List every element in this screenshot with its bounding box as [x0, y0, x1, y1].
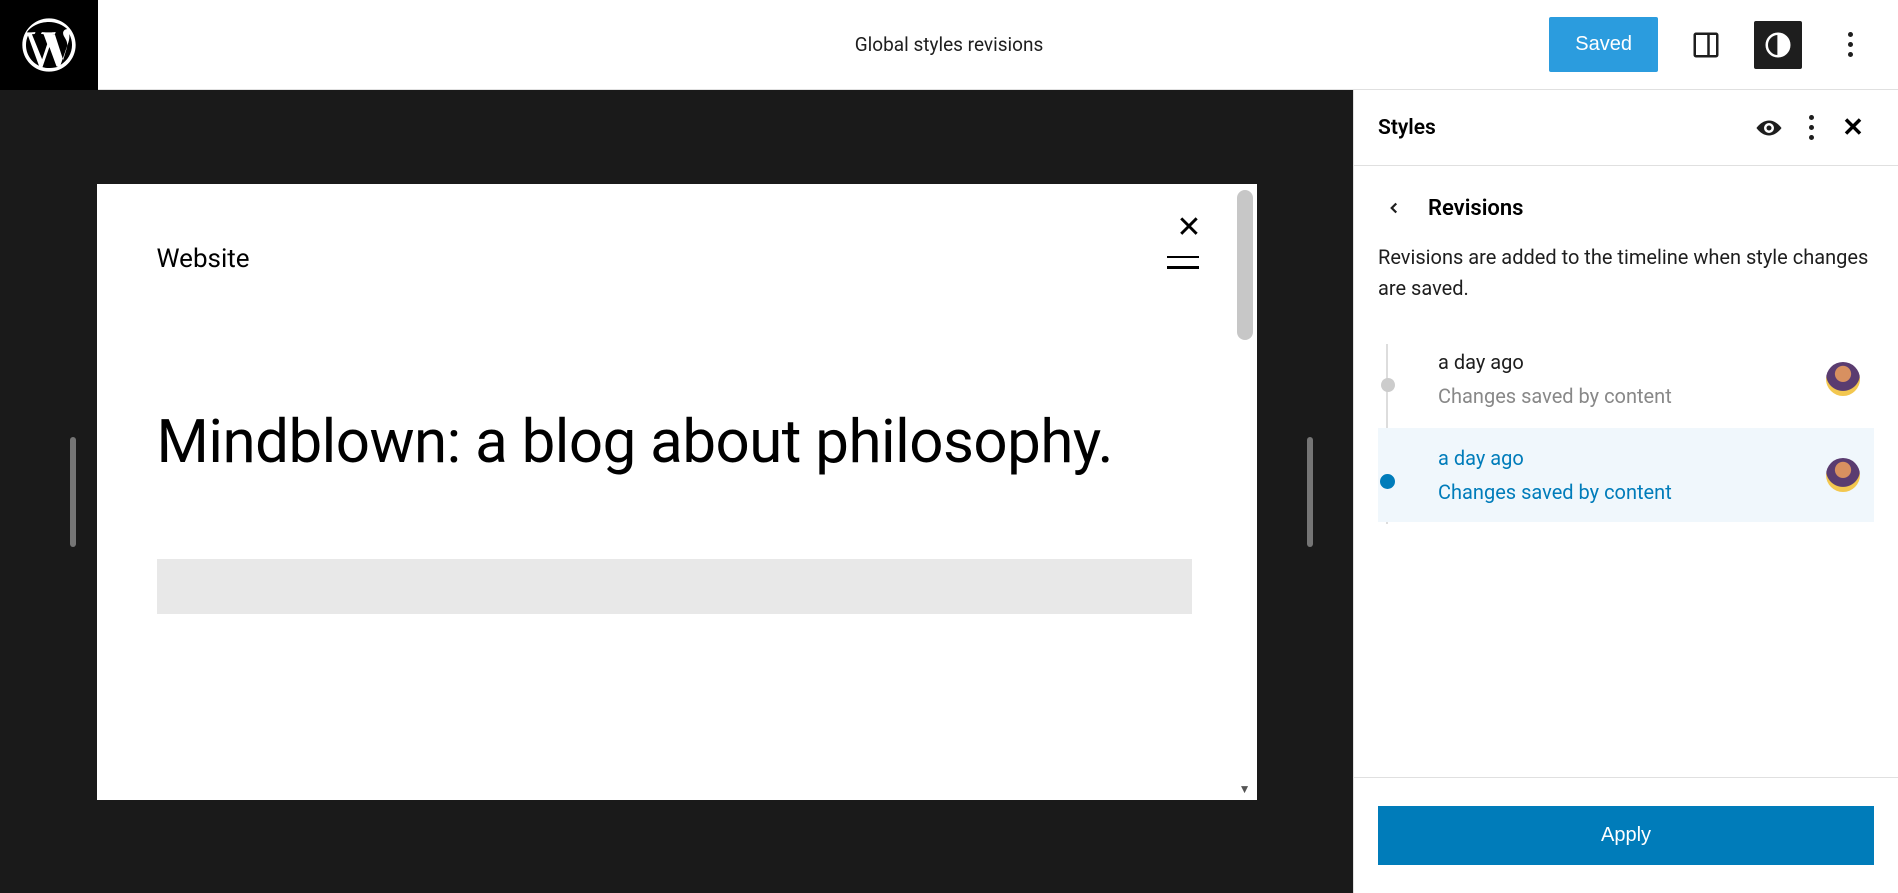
revisions-timeline: a day ago Changes saved by content a day… [1354, 332, 1898, 524]
page-title: Global styles revisions [855, 33, 1044, 56]
kebab-icon [1809, 115, 1814, 140]
sidebar-header: Styles ✕ [1354, 90, 1898, 166]
timeline-dot-icon [1380, 474, 1395, 489]
saved-button[interactable]: Saved [1549, 17, 1658, 72]
revision-changes: Changes saved by content [1438, 480, 1862, 504]
chevron-left-icon [1385, 199, 1403, 217]
wordpress-icon [17, 13, 81, 77]
revision-changes: Changes saved by content [1438, 384, 1862, 408]
preview-scrollbar[interactable] [1237, 190, 1253, 340]
resize-handle-left[interactable] [70, 437, 76, 547]
kebab-icon [1848, 32, 1853, 57]
styles-button[interactable] [1754, 21, 1802, 69]
sidebar: Styles ✕ Revisions Revisions are added [1353, 90, 1898, 893]
revision-time: a day ago [1438, 446, 1862, 470]
resize-handle-right[interactable] [1307, 437, 1313, 547]
sidebar-title: Styles [1378, 116, 1436, 140]
menu-icon[interactable] [1167, 256, 1199, 269]
panel-description: Revisions are added to the timeline when… [1354, 236, 1898, 332]
close-sidebar-button[interactable]: ✕ [1832, 107, 1874, 149]
avatar [1826, 362, 1860, 396]
revision-time: a day ago [1438, 350, 1862, 374]
back-button[interactable] [1378, 192, 1410, 224]
close-icon: ✕ [1842, 112, 1864, 143]
wp-logo[interactable] [0, 0, 98, 90]
revision-item[interactable]: a day ago Changes saved by content [1378, 332, 1874, 426]
main: ✕ Website Mindblown: a blog about philos… [0, 90, 1898, 893]
revision-item[interactable]: a day ago Changes saved by content [1378, 428, 1874, 522]
site-title: Website [157, 244, 1197, 274]
contrast-icon [1763, 30, 1793, 60]
apply-section: Apply [1354, 777, 1898, 893]
blog-heading: Mindblown: a blog about philosophy. [157, 404, 1197, 479]
top-actions: Saved [1549, 17, 1898, 72]
timeline-dot-icon [1381, 378, 1395, 392]
apply-button[interactable]: Apply [1378, 806, 1874, 865]
eye-icon [1754, 116, 1784, 140]
options-button[interactable] [1826, 21, 1874, 69]
styles-actions-button[interactable] [1790, 107, 1832, 149]
close-icon[interactable]: ✕ [1176, 210, 1201, 245]
view-toggle-button[interactable] [1682, 21, 1730, 69]
sidebar-layout-icon [1691, 30, 1721, 60]
avatar [1826, 458, 1860, 492]
breadcrumb: Revisions [1354, 166, 1898, 236]
style-book-button[interactable] [1748, 107, 1790, 149]
panel-title: Revisions [1428, 196, 1524, 221]
topbar: Global styles revisions Saved [0, 0, 1898, 90]
image-placeholder [157, 559, 1192, 614]
canvas-area: ✕ Website Mindblown: a blog about philos… [0, 90, 1353, 893]
site-preview[interactable]: ✕ Website Mindblown: a blog about philos… [97, 184, 1257, 800]
scroll-down-icon[interactable]: ▼ [1239, 782, 1251, 796]
